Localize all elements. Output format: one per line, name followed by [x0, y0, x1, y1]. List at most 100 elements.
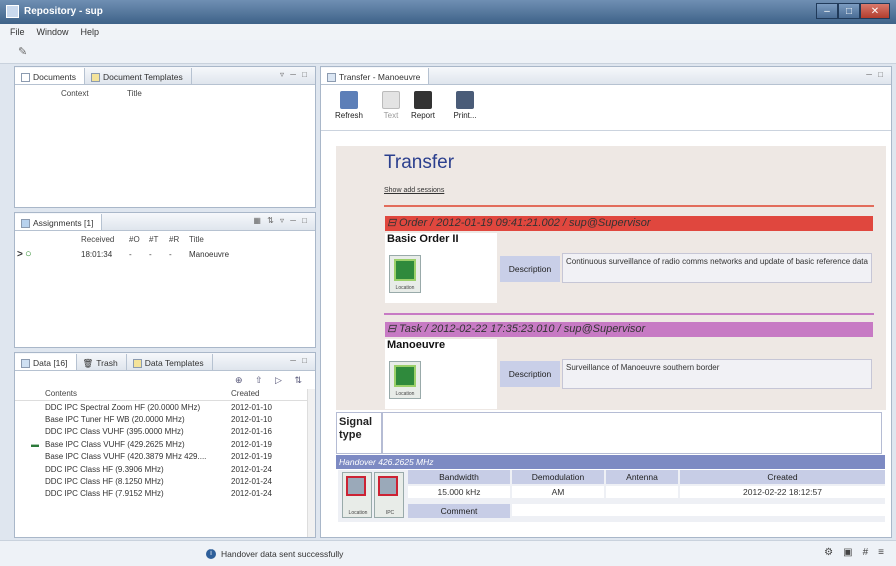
column-t[interactable]: #T: [149, 235, 169, 244]
data-contents: DDC IPC Class HF (8.1250 MHz): [45, 477, 164, 487]
status-message: Handover data sent successfully: [221, 549, 344, 559]
divider: [384, 313, 874, 315]
data-created: 2012-01-19: [231, 452, 272, 462]
data-contents: DDC IPC Class HF (9.3906 MHz): [45, 464, 164, 474]
column-contents[interactable]: Contents: [15, 389, 231, 398]
panel-controls[interactable]: ▿ ─ □: [280, 70, 309, 79]
tab-assignments[interactable]: Assignments [1]: [15, 214, 103, 230]
grid-icon[interactable]: #: [863, 547, 869, 558]
column-title[interactable]: Title: [127, 89, 142, 98]
report-button[interactable]: Report: [403, 85, 443, 125]
data-toolbar: ⊕ ⇧ ▷ ⇅: [15, 371, 315, 389]
column-antenna: Antenna: [606, 470, 678, 484]
menu-file[interactable]: File: [10, 27, 25, 37]
minimize-button[interactable]: –: [816, 3, 838, 19]
menu-help[interactable]: Help: [81, 27, 100, 37]
column-context[interactable]: Context: [15, 89, 127, 98]
expand-icon[interactable]: ⊟: [387, 216, 396, 231]
tab-documents[interactable]: Documents: [15, 68, 85, 84]
data-icon: [21, 358, 30, 368]
assignments-panel: Assignments [1] ▦ ⇅ ▿ ─ □ Received #O #T…: [14, 212, 316, 348]
column-title[interactable]: Title: [189, 235, 204, 244]
task-title: Manoeuvre: [387, 339, 446, 351]
print-button[interactable]: Print...: [445, 85, 485, 125]
tab-trash[interactable]: 🗑 Trash: [77, 354, 127, 370]
panel-controls[interactable]: ─ □: [866, 70, 885, 79]
data-created: 2012-01-10: [231, 415, 272, 425]
data-list: DDC IPC Spectral Zoom HF (20.0000 MHz) 20…: [15, 401, 315, 500]
comment-label: Comment: [408, 504, 510, 518]
current-marker: >: [17, 248, 23, 260]
order-title: Basic Order II: [387, 233, 459, 245]
close-button[interactable]: ✕: [860, 3, 890, 19]
data-row[interactable]: Base IPC Class VUHF (420.3879 MHz 429...…: [15, 451, 315, 463]
ipc-thumbnail[interactable]: IPC: [374, 472, 404, 518]
data-row[interactable]: DDC IPC Class HF (8.1250 MHz) 2012-01-24: [15, 475, 315, 487]
title-bar: Repository - sup – □ ✕: [0, 0, 896, 24]
data-row[interactable]: DDC IPC Spectral Zoom HF (20.0000 MHz) 20…: [15, 401, 315, 413]
data-created: 2012-01-19: [231, 439, 272, 449]
refresh-button[interactable]: Refresh: [329, 85, 369, 125]
order-description: Continuous surveillance of radio comms n…: [562, 253, 872, 283]
data-contents: Base IPC Tuner HF WB (20.0000 MHz): [45, 415, 185, 425]
documents-panel: Documents Document Templates ▿ ─ □ Conte…: [14, 66, 316, 208]
column-received[interactable]: Received: [81, 235, 129, 244]
transfer-icon: [327, 72, 336, 82]
data-created: 2012-01-24: [231, 489, 272, 499]
column-created[interactable]: Created: [231, 389, 259, 398]
data-created: 2012-01-10: [231, 402, 272, 412]
tab-transfer[interactable]: Transfer - Manoeuvre: [321, 68, 430, 84]
data-row[interactable]: DDC IPC Class HF (7.9152 MHz) 2012-01-24: [15, 488, 315, 500]
documents-icon: [21, 72, 30, 82]
location-thumbnail[interactable]: Location: [342, 472, 372, 518]
data-row[interactable]: DDC IPC Class HF (9.3906 MHz) 2012-01-24: [15, 463, 315, 475]
data-contents: DDC IPC Class HF (7.9152 MHz): [45, 489, 164, 499]
info-icon: i: [206, 549, 216, 559]
column-bandwidth: Bandwidth: [408, 470, 510, 484]
show-sessions-link[interactable]: Show add sessions: [384, 187, 444, 194]
maximize-button[interactable]: □: [838, 3, 860, 19]
settings-icon[interactable]: ⚙: [824, 547, 833, 558]
report-icon: [414, 91, 432, 109]
status-bar: i Handover data sent successfully ⚙ ▣ # ≡: [0, 540, 896, 566]
column-o[interactable]: #O: [129, 235, 149, 244]
text-icon: [382, 91, 400, 109]
window-icon[interactable]: ▣: [843, 547, 852, 558]
data-row[interactable]: DDC IPC Class VUHF (395.0000 MHz) 2012-01…: [15, 426, 315, 438]
divider: [384, 205, 874, 207]
created-value: 2012-02-22 18:12:57: [680, 486, 885, 498]
order-description-label: Description: [500, 256, 560, 282]
table-row[interactable]: > ○ 18:01:34 - - - Manoeuvre: [15, 248, 315, 260]
tab-data-templates[interactable]: Data Templates: [127, 354, 213, 370]
order-header[interactable]: ⊟ Order / 2012-01-19 09:41:21.002 / sup@…: [385, 216, 873, 231]
selected-marker-icon: ▬: [31, 439, 39, 449]
location-thumbnail[interactable]: Location: [389, 255, 421, 293]
column-r[interactable]: #R: [169, 235, 189, 244]
handover-title: Handover 426.2625 MHz: [336, 455, 885, 469]
menu-bar: File Window Help: [0, 24, 896, 40]
tab-data[interactable]: Data [16]: [15, 354, 77, 370]
menu-window[interactable]: Window: [37, 27, 69, 37]
stack-icon[interactable]: ≡: [878, 547, 884, 558]
scrollbar[interactable]: [307, 389, 315, 537]
tab-document-templates[interactable]: Document Templates: [85, 68, 192, 84]
report-heading: Transfer: [384, 152, 455, 173]
column-created: Created: [680, 470, 885, 484]
window-title: Repository - sup: [24, 6, 103, 17]
data-contents: Base IPC Class VUHF (429.2625 MHz): [45, 439, 185, 449]
column-demodulation: Demodulation: [512, 470, 604, 484]
data-panel: Data [16] 🗑 Trash Data Templates ─ □ ⊕ ⇧ …: [14, 352, 316, 538]
pencil-icon[interactable]: ✎: [18, 45, 32, 59]
expand-icon[interactable]: ⊟: [387, 322, 396, 337]
task-header[interactable]: ⊟ Task / 2012-02-22 17:35:23.010 / sup@S…: [385, 322, 873, 337]
panel-controls[interactable]: ─ □: [290, 356, 309, 365]
data-created: 2012-01-24: [231, 477, 272, 487]
data-contents: Base IPC Class VUHF (420.3879 MHz 429...…: [45, 452, 207, 462]
location-thumbnail[interactable]: Location: [389, 361, 421, 399]
comment-value: [512, 504, 885, 516]
data-tools-icon[interactable]: ⊕ ⇧ ▷ ⇅: [235, 375, 307, 386]
data-row[interactable]: Base IPC Tuner HF WB (20.0000 MHz) 2012-0…: [15, 413, 315, 425]
panel-controls[interactable]: ▦ ⇅ ▿ ─ □: [253, 216, 309, 225]
data-created: 2012-01-16: [231, 427, 272, 437]
data-row[interactable]: ▬ Base IPC Class VUHF (429.2625 MHz) 2012-…: [15, 438, 315, 450]
